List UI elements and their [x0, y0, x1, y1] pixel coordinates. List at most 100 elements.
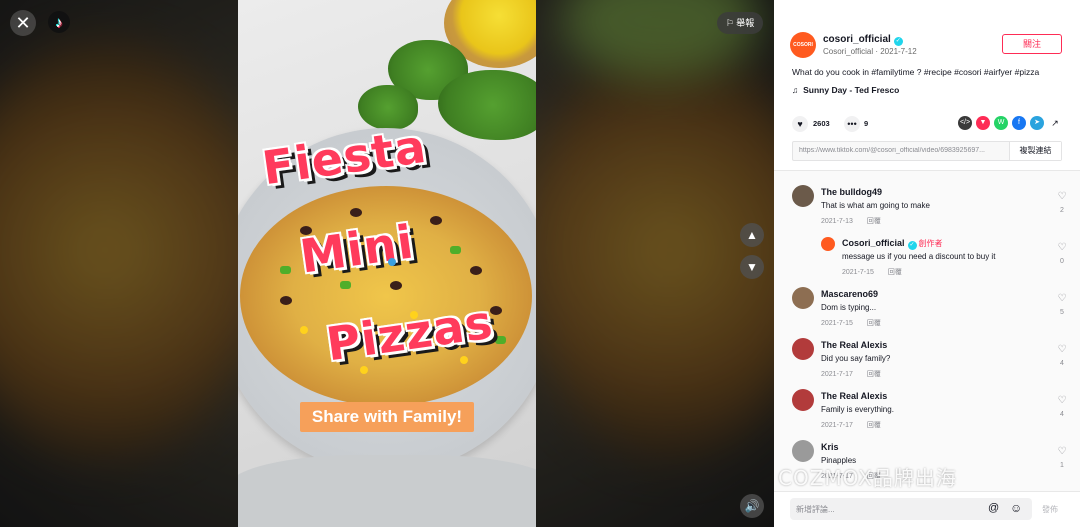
comment-meta: 2021-7-17 回覆	[821, 420, 881, 430]
comment-item: The bulldog49 That is what am going to m…	[792, 185, 1072, 235]
report-button[interactable]: ⚐ 舉報	[717, 12, 763, 34]
reply-link[interactable]: 回覆	[867, 371, 881, 378]
author-name[interactable]: cosori_official ✓	[823, 34, 903, 46]
comment-text: Family is everything.	[821, 405, 894, 414]
reply-link[interactable]: 回覆	[867, 422, 881, 429]
cursor-indicator	[388, 258, 396, 266]
commenter-avatar[interactable]	[792, 287, 814, 309]
cilantro-image	[438, 70, 536, 140]
commenter-avatar[interactable]	[792, 338, 814, 360]
like-count: 2603	[813, 119, 830, 128]
video-details-panel: COSORI cosori_official ✓ Cosori_official …	[774, 0, 1080, 527]
comment-meta: 2021-7-15 回覆	[821, 318, 881, 328]
hashtag-link[interactable]: #cosori	[954, 67, 981, 77]
embed-icon[interactable]: </>	[958, 116, 972, 130]
follow-button[interactable]: 關注	[1002, 34, 1062, 54]
comment-like-count: 0	[1060, 258, 1064, 265]
music-title[interactable]: Sunny Day - Ted Fresco	[803, 85, 899, 95]
more-share-icon[interactable]: ↗	[1048, 116, 1062, 130]
comment-text: message us if you need a discount to buy…	[842, 252, 996, 261]
comment-meta: 2021-7-17 回覆	[821, 369, 881, 379]
mention-icon[interactable]: @	[988, 502, 999, 514]
volume-icon[interactable]: 🔊	[740, 494, 764, 518]
comment-like-count: 2	[1060, 207, 1064, 214]
chevron-down-icon[interactable]: ▼	[740, 255, 764, 279]
close-icon[interactable]: ✕	[10, 10, 36, 36]
comment-text: Did you say family?	[821, 354, 891, 363]
caption-text: What do you cook in	[792, 67, 872, 77]
comment-like-icon[interactable]: ♡	[1056, 446, 1068, 457]
bean-topping	[470, 266, 482, 275]
comment-text: Dom is typing...	[821, 303, 877, 312]
plate-edge-image	[238, 455, 536, 527]
commenter-name-text[interactable]: Cosori_official	[842, 238, 905, 248]
comment-like-icon[interactable]: ♡	[1056, 293, 1068, 304]
telegram-icon[interactable]: ➤	[1030, 116, 1044, 130]
bean-topping	[280, 296, 292, 305]
flag-icon: ⚐	[725, 18, 734, 28]
chevron-up-icon[interactable]: ▲	[740, 223, 764, 247]
comment-meta: 2021-7-15 回覆	[842, 267, 902, 277]
commenter-avatar[interactable]	[792, 389, 814, 411]
comment-count: 9	[864, 119, 869, 128]
commenter-name[interactable]: The bulldog49	[821, 187, 882, 197]
video-frame[interactable]: Fiesta Mini Pizzas Share with Family!	[238, 0, 536, 527]
commenter-avatar[interactable]	[821, 237, 835, 251]
comment-list[interactable]: The bulldog49 That is what am going to m…	[774, 171, 1080, 491]
author-handle: Cosori_official	[823, 47, 874, 56]
whatsapp-icon[interactable]: W	[994, 116, 1008, 130]
emoji-icon[interactable]: ☺	[1010, 501, 1022, 515]
reply-link[interactable]: 回覆	[888, 269, 902, 276]
friends-icon[interactable]: ▼	[976, 116, 990, 130]
author-avatar[interactable]: COSORI	[790, 32, 816, 58]
commenter-name[interactable]: Mascareno69	[821, 289, 878, 299]
comment-input-bar: @ ☺ 發佈	[774, 491, 1080, 527]
comment-like-count: 4	[1060, 360, 1064, 367]
comment-like-icon[interactable]: ♡	[1056, 344, 1068, 355]
post-comment-button[interactable]: 發佈	[1042, 504, 1058, 515]
post-date: 2021-7-12	[880, 47, 917, 56]
video-link-text[interactable]: https://www.tiktok.com/@cosori_official/…	[799, 147, 1007, 154]
comment-date: 2021-7-15	[821, 320, 853, 327]
commenter-name[interactable]: The Real Alexis	[821, 340, 887, 350]
commenter-avatar[interactable]	[792, 185, 814, 207]
pepper-topping	[495, 336, 506, 344]
comment-text: That is what am going to make	[821, 201, 930, 210]
tiktok-logo-icon[interactable]: ♪	[48, 11, 70, 33]
comment-like-icon[interactable]: ♡	[1056, 395, 1068, 406]
bean-topping	[390, 281, 402, 290]
facebook-icon[interactable]: f	[1012, 116, 1026, 130]
hashtag-link[interactable]: #pizza	[1015, 67, 1040, 77]
comment-like-count: 1	[1060, 462, 1064, 469]
comment-like-icon[interactable]: ♡	[1056, 191, 1068, 202]
hashtag-link[interactable]: #familytime	[871, 67, 914, 77]
commenter-avatar[interactable]	[792, 440, 814, 462]
comment-like-count: 4	[1060, 411, 1064, 418]
music-link[interactable]: ♫ Sunny Day - Ted Fresco	[792, 85, 899, 95]
corn-topping	[360, 366, 368, 374]
comment-meta: 2021-7-13 回覆	[821, 216, 881, 226]
author-subline: Cosori_official · 2021-7-12	[823, 47, 917, 56]
heart-icon[interactable]: ♥	[792, 116, 808, 132]
reply-link[interactable]: 回覆	[867, 218, 881, 225]
comment-like-icon[interactable]: ♡	[1056, 242, 1068, 253]
comment-date: 2021-7-15	[842, 269, 874, 276]
author-name-text[interactable]: cosori_official	[823, 34, 891, 45]
hashtag-link[interactable]: #airfyer	[984, 67, 1012, 77]
comment-icon[interactable]: •••	[844, 116, 860, 132]
music-note-icon: ♫	[792, 85, 799, 95]
commenter-name[interactable]: The Real Alexis	[821, 391, 887, 401]
copy-link-button[interactable]: 複製連結	[1009, 142, 1061, 160]
creator-badge: 創作者	[918, 239, 943, 248]
commenter-name[interactable]: Cosori_official ✓ 創作者	[842, 238, 943, 250]
bean-topping	[430, 216, 442, 225]
comment-reply-item: Cosori_official ✓ 創作者 message us if you ne…	[821, 236, 1072, 286]
hashtag-link[interactable]: #recipe	[924, 67, 952, 77]
commenter-name[interactable]: Kris	[821, 442, 839, 452]
comment-like-count: 5	[1060, 309, 1064, 316]
video-player-area: Fiesta Mini Pizzas Share with Family! ✕ …	[0, 0, 774, 527]
comment-date: 2021-7-17	[821, 371, 853, 378]
copy-link-row: https://www.tiktok.com/@cosori_official/…	[792, 141, 1062, 161]
reply-link[interactable]: 回覆	[867, 320, 881, 327]
engagement-row: ♥ 2603 ••• 9 </> ▼ W f ➤ ↗	[792, 116, 1062, 132]
